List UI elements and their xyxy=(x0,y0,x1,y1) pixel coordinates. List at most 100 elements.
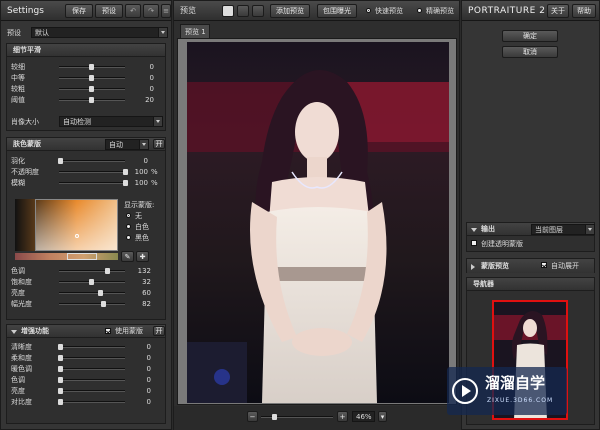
display-mask-option-label: 黑色 xyxy=(135,234,149,242)
detail-value[interactable]: 20 xyxy=(132,97,154,104)
eyedropper-plus-icon[interactable]: ✚ xyxy=(136,251,149,262)
display-mask-radio[interactable] xyxy=(126,213,131,218)
display-mask-radio[interactable] xyxy=(126,224,131,229)
mask-value[interactable]: 100 xyxy=(126,169,148,176)
detail-slider[interactable] xyxy=(59,97,125,103)
color-value[interactable]: 32 xyxy=(129,279,151,286)
zoom-out-button[interactable]: − xyxy=(247,411,258,422)
zoom-slider[interactable] xyxy=(261,414,333,420)
tab-preview-1[interactable]: 预览 1 xyxy=(180,24,210,38)
portrait-photo[interactable] xyxy=(187,42,449,403)
color-slider[interactable] xyxy=(59,301,125,307)
mask-on-button[interactable]: 开 xyxy=(153,139,165,149)
enh-value[interactable]: 0 xyxy=(129,399,151,406)
add-preview-button[interactable]: 添加预览 xyxy=(270,4,310,18)
color-slider[interactable] xyxy=(59,268,125,274)
detail-value[interactable]: 0 xyxy=(132,64,154,71)
create-mask-checkbox[interactable] xyxy=(471,240,477,246)
skin-mask-title: 肤色蒙版 xyxy=(13,140,41,148)
zoom-value[interactable]: 46% xyxy=(352,411,375,422)
mask-label: 不透明度 xyxy=(11,168,39,176)
enh-slider[interactable] xyxy=(58,377,125,383)
preset-button[interactable]: 预设 xyxy=(95,4,123,18)
redo-icon[interactable]: ↷ xyxy=(143,4,159,18)
unit-label: % xyxy=(151,168,158,176)
detail-value[interactable]: 0 xyxy=(132,86,154,93)
mask-slider[interactable] xyxy=(59,180,128,186)
portrait-size-select[interactable]: 自动检测 xyxy=(59,116,163,127)
hue-range-bar[interactable] xyxy=(15,253,118,260)
zoom-dropdown-icon[interactable]: ▾ xyxy=(378,411,387,422)
detail-slider[interactable] xyxy=(59,86,125,92)
mask-preview-expand-icon[interactable] xyxy=(471,264,475,270)
color-picker-field[interactable] xyxy=(15,199,118,251)
eyedropper-icon[interactable]: ✎ xyxy=(121,251,134,262)
color-label: 亮度 xyxy=(11,289,25,297)
enh-slider[interactable] xyxy=(58,344,125,350)
mask-value[interactable]: 100 xyxy=(126,180,148,187)
detail-value[interactable]: 0 xyxy=(132,75,154,82)
detail-slider[interactable] xyxy=(59,64,125,70)
detail-slider[interactable] xyxy=(59,75,125,81)
collapse-icon[interactable] xyxy=(11,330,17,334)
color-value[interactable]: 60 xyxy=(129,290,151,297)
split-view-icon[interactable] xyxy=(237,5,249,17)
preset-label: 预设 xyxy=(7,29,21,37)
enh-value[interactable]: 0 xyxy=(129,377,151,384)
side-by-side-icon[interactable] xyxy=(252,5,264,17)
save-button[interactable]: 保存 xyxy=(65,4,93,18)
mask-mode-select[interactable]: 自动 xyxy=(105,139,149,150)
output-collapse-icon[interactable] xyxy=(471,228,477,232)
enh-slider[interactable] xyxy=(58,388,125,394)
display-mask-label: 显示蒙版: xyxy=(124,201,155,209)
auto-expand-checkbox[interactable] xyxy=(541,262,547,268)
mask-preview-title: 蒙版预览 xyxy=(481,262,509,270)
enhancements-section: 增强功能 使用蒙版 开 清晰度 0 柔和度 0 暖色调 0 色调 0 亮度 0 对比度 0 xyxy=(6,324,166,424)
mask-slider[interactable] xyxy=(59,169,128,175)
undo-icon[interactable]: ↶ xyxy=(125,4,141,18)
fast-preview-radio[interactable] xyxy=(366,8,371,13)
mask-preview-header[interactable]: 蒙版预览 自动展开 xyxy=(467,259,594,273)
skin-mask-section: 肤色蒙版 自动 开 羽化 0 不透明度 100% 模糊 100% 显示蒙版: 无白色 黑色 … xyxy=(6,137,166,320)
menu-icon[interactable]: ≡ xyxy=(161,4,171,18)
play-logo-icon xyxy=(452,378,478,404)
enh-label: 暖色调 xyxy=(11,365,32,373)
enh-value[interactable]: 0 xyxy=(129,355,151,362)
use-mask-checkbox[interactable] xyxy=(105,328,111,334)
enh-slider[interactable] xyxy=(58,399,125,405)
enh-value[interactable]: 0 xyxy=(129,366,151,373)
zoom-in-button[interactable]: + xyxy=(337,411,348,422)
detail-label: 较粗 xyxy=(11,85,25,93)
portrait-size-label: 肖像大小 xyxy=(11,118,39,126)
enhance-on-button[interactable]: 开 xyxy=(153,326,165,336)
detail-smoothing-title: 细节平滑 xyxy=(13,46,41,54)
navigator-header: 导航器 xyxy=(467,278,594,291)
enh-value[interactable]: 0 xyxy=(129,344,151,351)
color-slider[interactable] xyxy=(59,290,125,296)
output-header[interactable]: 输出 当前图层 xyxy=(467,223,595,236)
mask-value[interactable]: 0 xyxy=(126,158,148,165)
cancel-button[interactable]: 取消 xyxy=(502,46,558,58)
auto-expand-label: 自动展开 xyxy=(551,262,579,270)
display-mask-radio[interactable] xyxy=(126,235,131,240)
enhancements-header[interactable]: 增强功能 使用蒙版 开 xyxy=(7,325,165,338)
ok-button[interactable]: 确定 xyxy=(502,30,558,42)
detail-smoothing-header[interactable]: 细节平滑 xyxy=(7,44,165,57)
preset-select[interactable]: 默认 xyxy=(31,27,168,38)
enh-label: 对比度 xyxy=(11,398,32,406)
color-slider[interactable] xyxy=(59,279,125,285)
color-value[interactable]: 82 xyxy=(129,301,151,308)
output-mode-select[interactable]: 当前图层 xyxy=(531,224,595,235)
enh-value[interactable]: 0 xyxy=(129,388,151,395)
enh-slider[interactable] xyxy=(58,355,125,361)
color-value[interactable]: 132 xyxy=(129,268,151,275)
right-panel: PORTRAITURE 2 关于 帮助 确定 取消 输出 当前图层 创建透明蒙版… xyxy=(461,0,600,430)
about-button[interactable]: 关于 xyxy=(547,4,569,18)
enh-slider[interactable] xyxy=(58,366,125,372)
skin-mask-header[interactable]: 肤色蒙版 自动 开 xyxy=(7,138,165,151)
mask-slider[interactable] xyxy=(58,158,125,164)
accurate-preview-radio[interactable] xyxy=(417,8,422,13)
clip-exposure-button[interactable]: 包围曝光 xyxy=(317,4,357,18)
single-view-icon[interactable] xyxy=(222,5,234,17)
help-button[interactable]: 帮助 xyxy=(572,4,596,18)
